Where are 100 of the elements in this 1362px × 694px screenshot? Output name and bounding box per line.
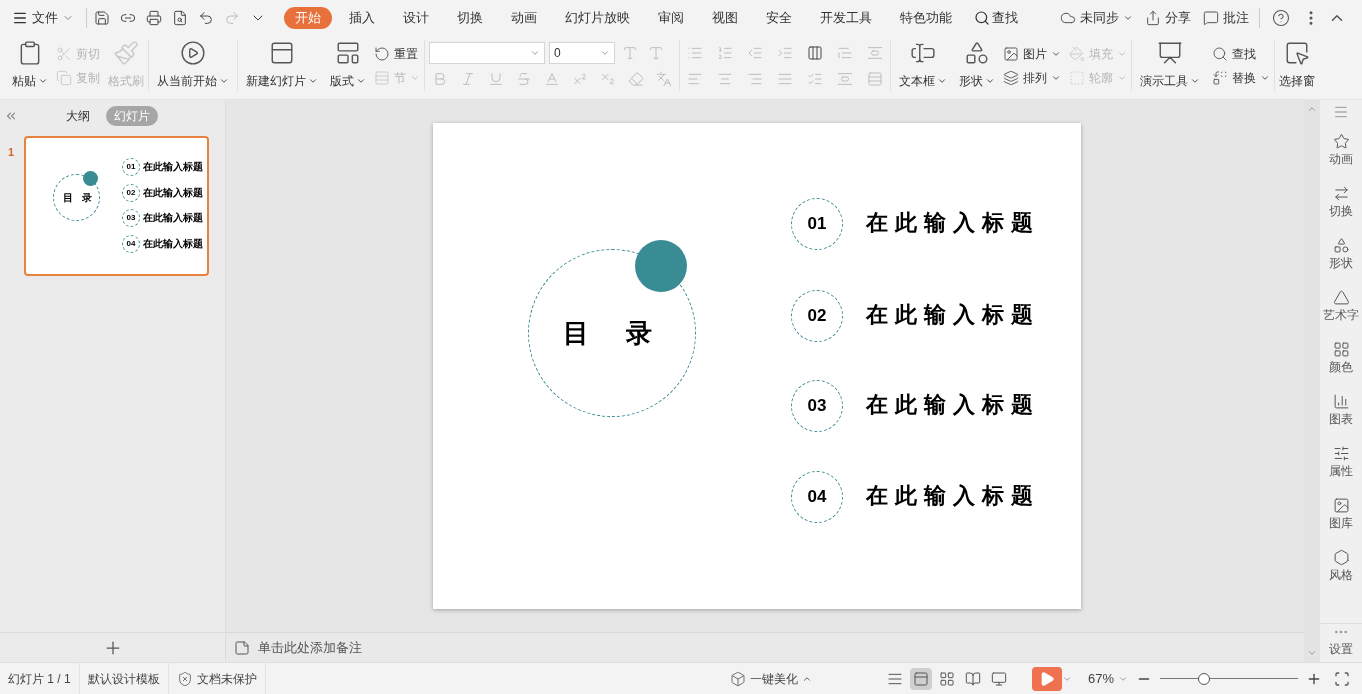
ribbon-button[interactable]: 演示工具 bbox=[1132, 36, 1208, 94]
shapes-icon bbox=[964, 40, 990, 66]
font-size-field[interactable]: 0 bbox=[549, 41, 615, 64]
side-tool[interactable]: 艺术字 bbox=[1323, 280, 1359, 332]
status-text[interactable]: 默认设计模板 bbox=[87, 669, 160, 688]
help-icon[interactable] bbox=[1272, 9, 1290, 27]
copy-icon bbox=[56, 69, 72, 86]
swap-icon bbox=[1332, 184, 1350, 202]
slide-number: 1 bbox=[8, 145, 16, 160]
ribbon-button[interactable]: 文本框 bbox=[891, 36, 955, 94]
section-icon bbox=[374, 69, 390, 86]
ribbon-tab[interactable]: 插入 bbox=[338, 7, 386, 29]
ribbon-button[interactable]: 新建幻灯片 bbox=[238, 36, 326, 94]
slide-title: 目 录 bbox=[62, 191, 96, 204]
side-tool[interactable]: 图表 bbox=[1329, 384, 1353, 436]
star-icon bbox=[1332, 132, 1350, 150]
ribbon-button[interactable]: 替换 bbox=[1208, 65, 1274, 90]
settings-button[interactable]: 设置 bbox=[1320, 623, 1362, 662]
ribbon-tab[interactable]: 设计 bbox=[392, 7, 440, 29]
comment-icon bbox=[1203, 10, 1219, 26]
slide-title: 目 录 bbox=[563, 318, 667, 350]
side-tool[interactable]: 颜色 bbox=[1329, 332, 1353, 384]
chart-icon bbox=[1332, 392, 1350, 410]
shapes-icon bbox=[1332, 236, 1350, 254]
normal-view-icon bbox=[912, 670, 929, 687]
beautify-button[interactable]: 一键美化 bbox=[729, 669, 812, 688]
caret-icon bbox=[219, 76, 229, 86]
search-button[interactable]: 查找 bbox=[974, 8, 1018, 28]
grid-icon bbox=[1332, 340, 1350, 358]
image-icon bbox=[1003, 45, 1019, 62]
ribbon-button[interactable]: 形状 bbox=[955, 36, 999, 94]
slide-thumbnail[interactable]: 目 录 01 在此输入标题 02 在此输入标题 03 在此输入标题 04 在此输入标题 bbox=[24, 136, 209, 276]
shield-icon bbox=[176, 670, 193, 687]
ribbon-tab[interactable]: 安全 bbox=[755, 7, 803, 29]
item-title: 在此输入标题 bbox=[143, 160, 203, 172]
ribbon-button[interactable]: 粘贴 bbox=[8, 36, 52, 94]
menu-icon bbox=[12, 10, 28, 26]
ribbon-button[interactable]: 选择窗 bbox=[1275, 36, 1319, 94]
cube-icon bbox=[729, 670, 746, 687]
caret-icon bbox=[937, 76, 947, 86]
play-button[interactable] bbox=[1031, 666, 1062, 691]
item-title: 在此输入标题 bbox=[866, 392, 1040, 417]
replace-icon bbox=[1212, 69, 1228, 86]
title-action[interactable]: 未同步 bbox=[1060, 8, 1133, 28]
scroll-up-icon[interactable] bbox=[1307, 104, 1317, 114]
ribbon-button[interactable]: 图片 bbox=[999, 41, 1065, 66]
ribbon-button[interactable]: 排列 bbox=[999, 65, 1065, 90]
title-action[interactable]: 分享 bbox=[1145, 8, 1191, 28]
title-action[interactable]: 批注 bbox=[1203, 8, 1249, 28]
ribbon-tab[interactable]: 动画 bbox=[500, 7, 548, 29]
ribbon-button[interactable]: 查找 bbox=[1208, 41, 1274, 66]
caret-icon bbox=[308, 76, 318, 86]
item-title: 在此输入标题 bbox=[143, 186, 203, 198]
ribbon-button[interactable]: 版式 bbox=[326, 36, 370, 94]
panel-tab[interactable]: 大纲 bbox=[57, 106, 98, 126]
side-tool[interactable]: 风格 bbox=[1329, 540, 1353, 592]
bucket-icon bbox=[1069, 45, 1085, 62]
caret-icon bbox=[985, 76, 995, 86]
image-icon bbox=[1332, 496, 1350, 514]
file-menu[interactable]: 文件 bbox=[12, 8, 82, 28]
layers-icon bbox=[1003, 69, 1019, 86]
presentation-icon bbox=[1157, 40, 1183, 66]
ribbon-tab[interactable]: 特色功能 bbox=[889, 7, 963, 29]
side-tool[interactable]: 形状 bbox=[1329, 228, 1353, 280]
view-button[interactable] bbox=[909, 667, 932, 690]
scissors-icon bbox=[56, 45, 72, 62]
zoom-thumb[interactable] bbox=[1198, 672, 1211, 685]
scroll-down-icon[interactable] bbox=[1307, 648, 1317, 658]
ribbon-tab[interactable]: 视图 bbox=[701, 7, 749, 29]
layout-icon bbox=[335, 40, 361, 66]
share-icon bbox=[1145, 10, 1161, 26]
side-tool[interactable]: 切换 bbox=[1329, 176, 1353, 228]
font-name-field[interactable] bbox=[429, 41, 545, 64]
item-title: 在此输入标题 bbox=[143, 212, 203, 224]
ribbon-tab[interactable]: 幻灯片放映 bbox=[554, 7, 641, 29]
notes-field[interactable]: 单击此处添加备注 bbox=[258, 637, 362, 658]
caret-icon bbox=[356, 76, 366, 86]
side-tool[interactable]: 图库 bbox=[1329, 488, 1353, 540]
ribbon-button[interactable]: 从当前开始 bbox=[149, 36, 237, 94]
collapse-panel-icon[interactable] bbox=[4, 109, 18, 123]
ribbon-tab[interactable]: 开发工具 bbox=[809, 7, 883, 29]
zoom-slider[interactable] bbox=[1160, 672, 1298, 685]
ribbon-tab[interactable]: 切换 bbox=[446, 7, 494, 29]
menu-icon[interactable] bbox=[1333, 104, 1349, 120]
caret-icon bbox=[1123, 13, 1133, 23]
item-title: 在此输入标题 bbox=[866, 483, 1040, 508]
reset-icon bbox=[374, 45, 390, 62]
status-text: 幻灯片 1 / 1 bbox=[8, 670, 71, 688]
side-tool[interactable]: 属性 bbox=[1329, 436, 1353, 488]
item-title: 在此输入标题 bbox=[866, 302, 1040, 327]
zoom-value[interactable]: 67% bbox=[1087, 668, 1128, 689]
ribbon-button[interactable]: 重置 bbox=[370, 41, 424, 66]
pointer-icon bbox=[1284, 40, 1310, 66]
notes-icon bbox=[234, 639, 250, 656]
slide-icon bbox=[269, 40, 295, 66]
side-tool[interactable]: 动画 bbox=[1329, 124, 1353, 176]
item-title: 在此输入标题 bbox=[143, 237, 203, 249]
ribbon-tab[interactable]: 审阅 bbox=[647, 7, 695, 29]
status-text[interactable]: 文档未保护 bbox=[196, 669, 257, 688]
fit-icon[interactable] bbox=[1334, 670, 1350, 687]
